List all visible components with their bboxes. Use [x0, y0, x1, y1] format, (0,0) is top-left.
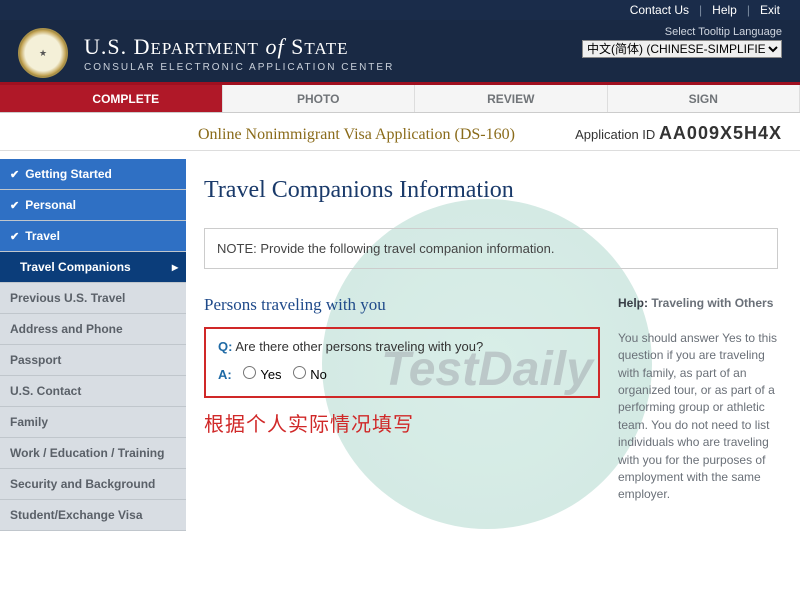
- question-box: Q: Are there other persons traveling wit…: [204, 327, 600, 398]
- language-selector: Select Tooltip Language 中文(简体) (CHINESE-…: [582, 26, 782, 58]
- tab-photo[interactable]: PHOTO: [223, 85, 416, 112]
- option-no[interactable]: No: [285, 367, 327, 382]
- language-select[interactable]: 中文(简体) (CHINESE-SIMPLIFIED): [582, 40, 782, 58]
- dept-subtitle: CONSULAR ELECTRONIC APPLICATION CENTER: [84, 62, 394, 73]
- sidebar-item-previous-u-s-travel[interactable]: Previous U.S. Travel: [0, 283, 186, 314]
- dept-title: U.S. DEPARTMENT of STATE: [84, 34, 394, 60]
- sidebar-item-work-education-training[interactable]: Work / Education / Training: [0, 438, 186, 469]
- page-title: Travel Companions Information: [204, 177, 778, 204]
- exit-link[interactable]: Exit: [760, 3, 780, 17]
- progress-tabs: COMPLETE PHOTO REVIEW SIGN: [0, 85, 800, 113]
- sidebar-item-address-and-phone[interactable]: Address and Phone: [0, 314, 186, 345]
- form-title: Online Nonimmigrant Visa Application (DS…: [198, 126, 515, 144]
- sidebar-item-travel[interactable]: Travel: [0, 221, 186, 252]
- contact-us-link[interactable]: Contact Us: [630, 3, 689, 17]
- note-box: NOTE: Provide the following travel compa…: [204, 228, 778, 269]
- section-heading: Persons traveling with you: [204, 295, 600, 315]
- help-title: Help: Traveling with Others: [618, 295, 778, 312]
- tab-review[interactable]: REVIEW: [415, 85, 608, 112]
- help-link[interactable]: Help: [712, 3, 737, 17]
- sidebar-item-u-s-contact[interactable]: U.S. Contact: [0, 376, 186, 407]
- sidebar-item-security-and-background[interactable]: Security and Background: [0, 469, 186, 500]
- tab-accent: [0, 85, 30, 112]
- q-label: Q:: [218, 339, 232, 354]
- help-panel: Help: Traveling with Others You should a…: [618, 295, 778, 504]
- radio-no[interactable]: [293, 366, 306, 379]
- section-sidebar: Getting StartedPersonalTravelTravel Comp…: [0, 159, 186, 531]
- application-id: Application ID AA009X5H4X: [575, 123, 782, 144]
- state-dept-seal-icon: ★: [18, 28, 68, 78]
- tab-sign[interactable]: SIGN: [608, 85, 800, 112]
- sidebar-item-getting-started[interactable]: Getting Started: [0, 159, 186, 190]
- top-utility-bar: Contact Us | Help | Exit: [0, 0, 800, 20]
- tab-complete[interactable]: COMPLETE: [30, 85, 223, 112]
- divider: |: [747, 3, 750, 17]
- help-body: You should answer Yes to this question i…: [618, 330, 778, 504]
- sidebar-item-passport[interactable]: Passport: [0, 345, 186, 376]
- main-panel: TestDaily Travel Companions Information …: [186, 159, 788, 531]
- radio-yes[interactable]: [243, 366, 256, 379]
- divider: |: [699, 3, 702, 17]
- a-label: A:: [218, 367, 232, 382]
- application-header: Online Nonimmigrant Visa Application (DS…: [0, 113, 800, 151]
- question-text: Are there other persons traveling with y…: [235, 339, 483, 354]
- sidebar-item-personal[interactable]: Personal: [0, 190, 186, 221]
- sidebar-item-family[interactable]: Family: [0, 407, 186, 438]
- option-yes[interactable]: Yes: [235, 367, 281, 382]
- sidebar-item-student-exchange-visa[interactable]: Student/Exchange Visa: [0, 500, 186, 531]
- sidebar-item-travel-companions[interactable]: Travel Companions: [0, 252, 186, 283]
- site-header: ★ U.S. DEPARTMENT of STATE CONSULAR ELEC…: [0, 20, 800, 82]
- annotation-text: 根据个人实际情况填写: [204, 408, 600, 437]
- language-label: Select Tooltip Language: [582, 26, 782, 38]
